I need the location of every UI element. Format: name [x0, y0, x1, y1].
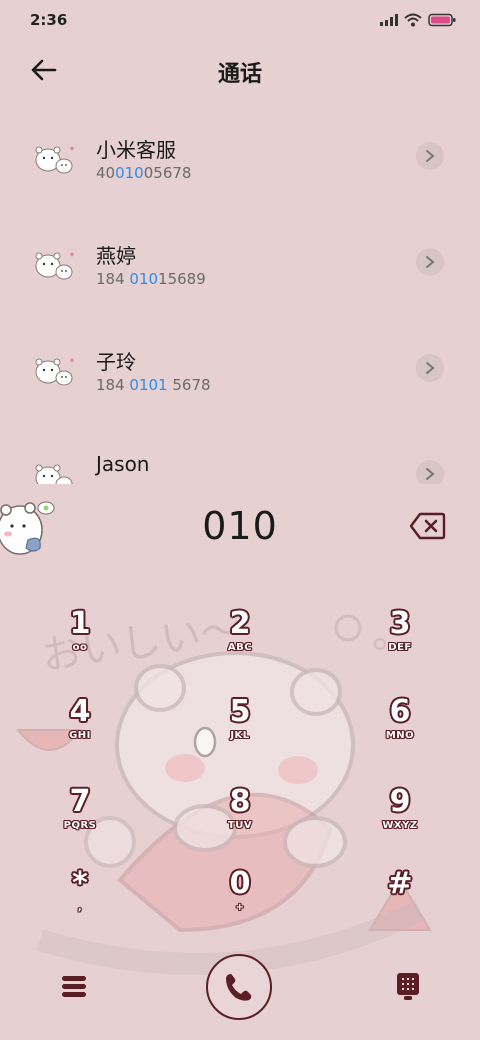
contact-name: 燕婷 [96, 244, 136, 268]
chevron-right-icon [426, 256, 435, 268]
key-1[interactable]: 1 oo [10, 608, 150, 692]
contact-number: 184 0101 5678 [96, 376, 211, 394]
contact-result-item[interactable]: 燕婷 184 01015689 [0, 212, 480, 318]
chevron-right-icon [426, 150, 435, 162]
contact-result-item[interactable]: 小米客服 4001005678 [0, 106, 480, 212]
contact-name: Jason [96, 452, 150, 476]
dial-input-display[interactable]: 010 [0, 504, 480, 548]
key-6[interactable]: 6 MNO [330, 696, 470, 780]
bear-avatar-icon [35, 464, 73, 484]
backspace-icon [409, 512, 446, 540]
phone-icon [226, 974, 252, 1001]
chevron-right-icon [426, 362, 435, 374]
chevron-right-icon [426, 468, 435, 480]
contact-details-button[interactable] [416, 248, 444, 276]
dial-keypad: 1 oo 2 ABC 3 DEF 4 GHI 5 JKL 6 MNO 7 PQR… [0, 596, 480, 946]
bear-avatar-icon [35, 252, 74, 280]
key-3[interactable]: 3 DEF [330, 608, 470, 692]
contact-result-item[interactable]: Jason [0, 424, 480, 484]
key-5[interactable]: 5 JKL [170, 696, 310, 780]
menu-icon [62, 976, 86, 997]
backspace-button[interactable] [409, 512, 446, 540]
contact-result-item[interactable]: 子玲 184 0101 5678 [0, 318, 480, 424]
status-bar: 2:36 [0, 0, 480, 40]
battery-icon [428, 13, 456, 27]
header: 通话 [0, 44, 480, 96]
key-4[interactable]: 4 GHI [10, 696, 150, 780]
key-2[interactable]: 2 ABC [170, 608, 310, 692]
key-8[interactable]: 8 TUV [170, 786, 310, 870]
bottom-bar [0, 950, 480, 1030]
key-7[interactable]: 7 PQRS [10, 786, 150, 870]
signal-icon [380, 14, 398, 26]
key-0[interactable]: 0 + [170, 868, 310, 952]
menu-button[interactable] [56, 968, 92, 1004]
voicemail-icon: oo [72, 642, 88, 653]
bear-avatar-icon [35, 146, 74, 174]
page-title: 通话 [217, 62, 262, 87]
contact-number: 4001005678 [96, 164, 192, 182]
wifi-icon [404, 13, 422, 27]
status-time: 2:36 [30, 11, 68, 29]
dialpad-icon [397, 973, 419, 1000]
contact-name: 子玲 [96, 350, 136, 374]
key-hash[interactable]: # [330, 868, 470, 952]
call-button[interactable] [206, 954, 272, 1020]
contact-results-list: 小米客服 4001005678 燕婷 184 01015689 子玲 184 0… [0, 106, 480, 484]
key-star[interactable]: * , [10, 868, 150, 952]
contact-details-button[interactable] [416, 354, 444, 382]
contact-number: 184 01015689 [96, 270, 206, 288]
dialpad-toggle-button[interactable] [390, 968, 426, 1004]
key-9[interactable]: 9 WXYZ [330, 786, 470, 870]
contact-details-button[interactable] [416, 460, 444, 484]
bear-avatar-icon [35, 358, 74, 386]
status-icons [380, 12, 456, 28]
contact-details-button[interactable] [416, 142, 444, 170]
contact-name: 小米客服 [96, 138, 176, 162]
